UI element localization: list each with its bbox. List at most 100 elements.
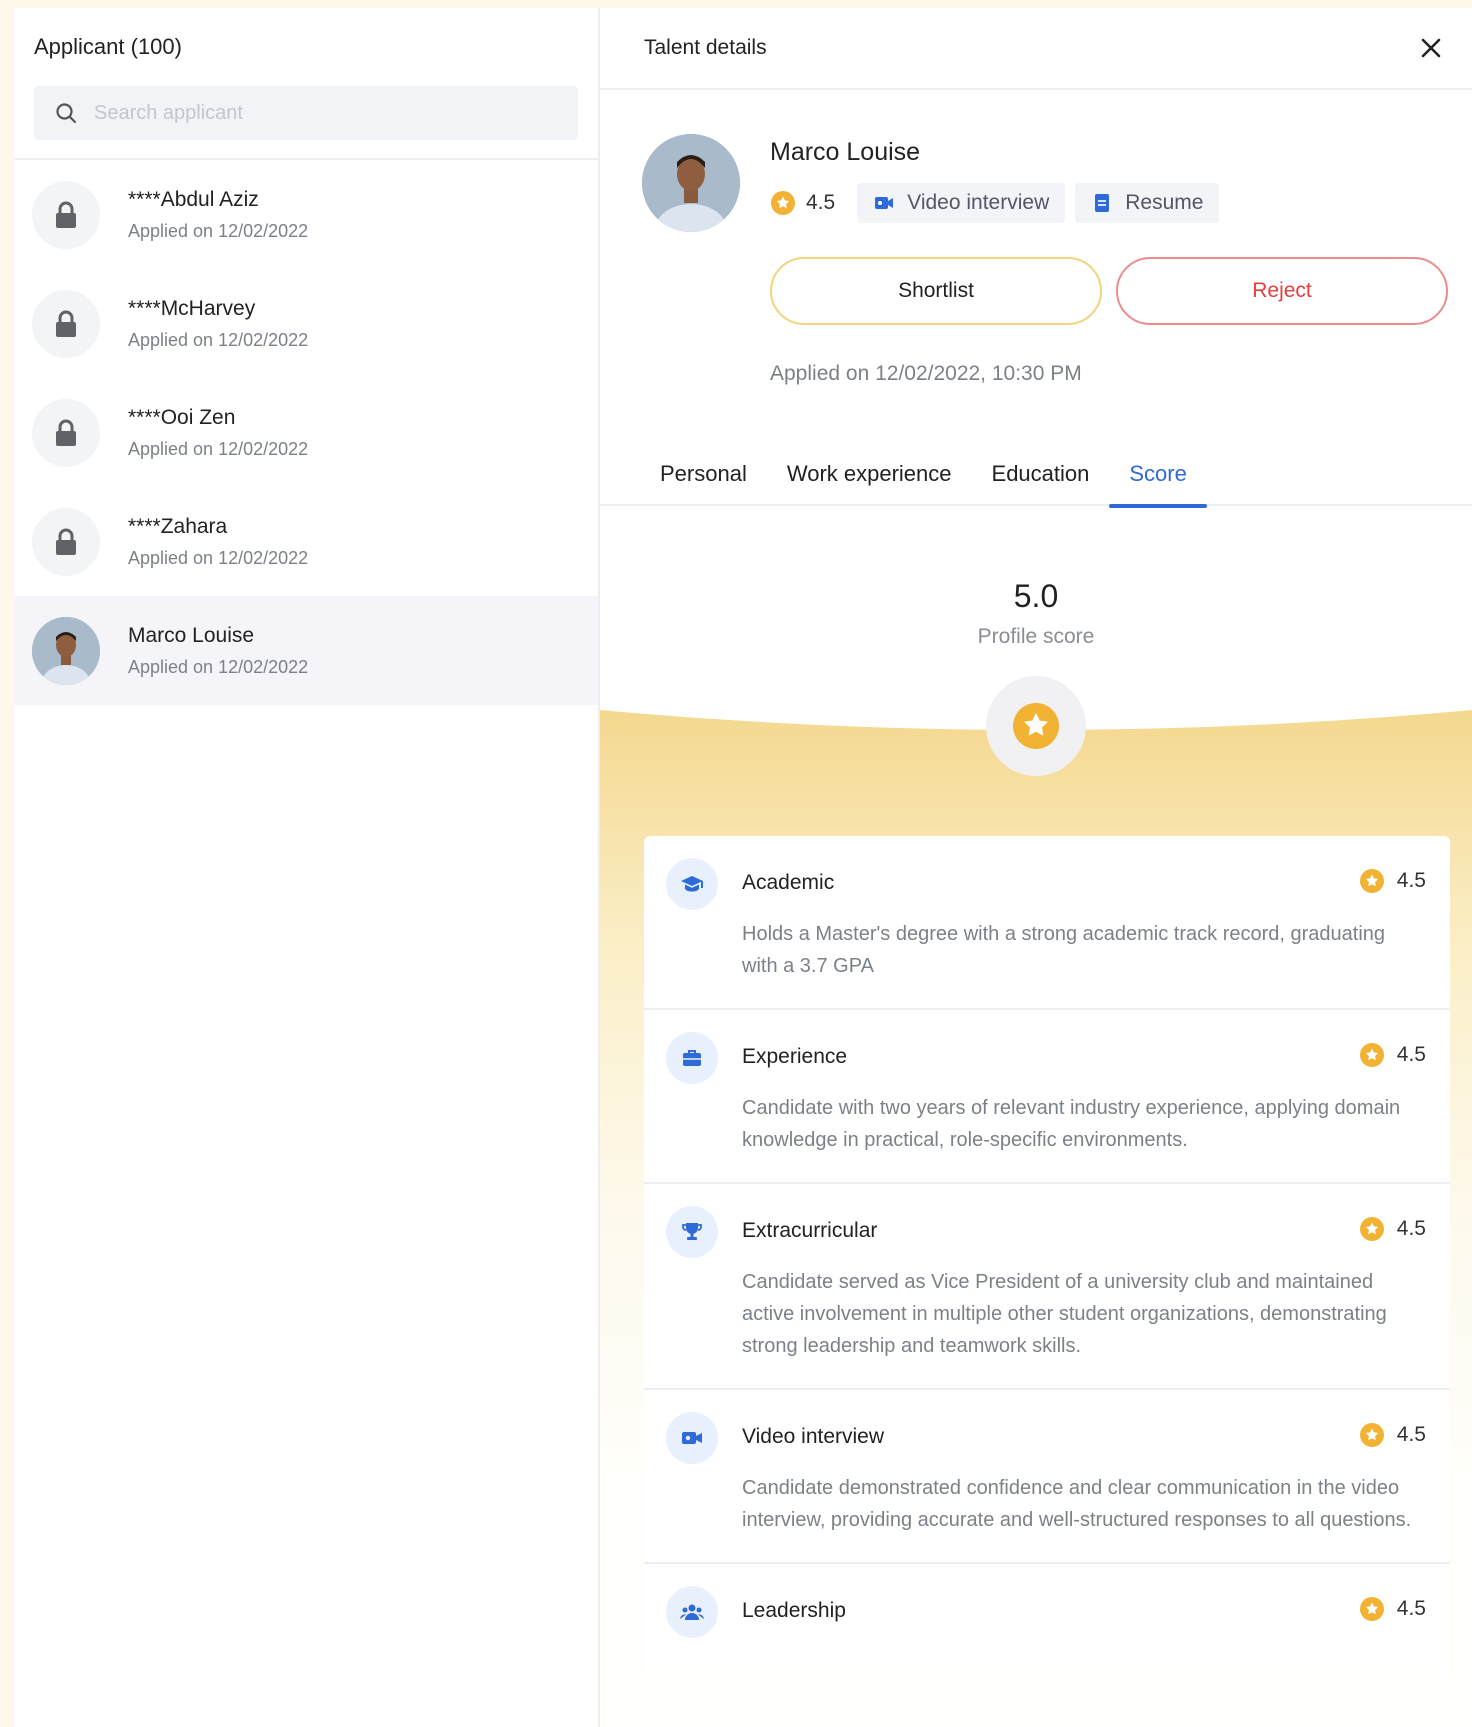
card-title: Extracurricular: [742, 1219, 878, 1242]
talent-rating-value: 4.5: [806, 191, 836, 214]
card-icon-wrap: [666, 1032, 718, 1084]
video-icon: [875, 197, 894, 209]
card-title: Video interview: [742, 1425, 885, 1448]
search-icon: [56, 103, 77, 124]
card-icon-wrap: [666, 1586, 718, 1638]
lock-icon: [56, 528, 76, 555]
graduation-cap-icon: [681, 876, 703, 892]
person-photo-icon: [32, 616, 100, 685]
score-section: 5.0 Profile score Academic 4.5 Holds a M…: [600, 510, 1472, 1727]
person-photo-icon: [642, 134, 740, 232]
profile-section: Marco Louise 4.5 Video interview Resume …: [600, 90, 1472, 510]
search-input[interactable]: [94, 101, 534, 125]
card-score-value: 4.5: [1396, 1423, 1426, 1446]
detail-tabs: Personal Work experience Education Score: [600, 442, 1472, 508]
card-score: 4.5: [1359, 1596, 1426, 1622]
talent-name: Marco Louise: [770, 138, 921, 166]
lock-icon: [56, 310, 76, 337]
applicant-item-selected[interactable]: Marco Louise Applied on 12/02/2022: [14, 596, 598, 705]
close-icon: [1421, 38, 1441, 58]
tab-personal[interactable]: Personal: [640, 442, 767, 506]
card-title: Leadership: [742, 1599, 846, 1622]
star-icon: [1359, 869, 1384, 893]
score-card-leadership: Leadership 4.5: [644, 1562, 1450, 1672]
resume-label: Resume: [1125, 191, 1204, 214]
lock-icon: [56, 419, 76, 446]
star-icon: [1013, 703, 1059, 749]
card-score-value: 4.5: [1396, 1597, 1426, 1620]
card-score: 4.5: [1359, 868, 1426, 894]
document-icon: [1095, 194, 1110, 212]
applicant-item[interactable]: ****McHarvey Applied on 12/02/2022: [14, 269, 598, 378]
video-interview-chip[interactable]: Video interview: [857, 183, 1066, 223]
shortlist-button[interactable]: Shortlist: [770, 257, 1102, 325]
briefcase-icon: [683, 1050, 701, 1066]
locked-avatar: [32, 507, 100, 576]
card-icon-wrap: [666, 1206, 718, 1258]
star-icon: [1359, 1217, 1384, 1241]
card-title: Academic: [742, 871, 835, 894]
card-description: Candidate demonstrated confidence and cl…: [742, 1477, 1412, 1531]
card-score: 4.5: [1359, 1216, 1426, 1242]
score-card-academic: Academic 4.5 Holds a Master's degree wit…: [644, 836, 1450, 1008]
applicant-name: ****Abdul Aziz: [128, 188, 259, 211]
applicant-item[interactable]: ****Abdul Aziz Applied on 12/02/2022: [14, 160, 598, 269]
locked-avatar: [32, 180, 100, 249]
card-icon-wrap: [666, 1412, 718, 1464]
score-cards: Academic 4.5 Holds a Master's degree wit…: [644, 836, 1450, 1672]
card-score-value: 4.5: [1396, 1043, 1426, 1066]
card-score: 4.5: [1359, 1422, 1426, 1448]
card-icon-wrap: [666, 858, 718, 910]
lock-icon: [56, 201, 76, 228]
applicant-applied-date: Applied on 12/02/2022: [128, 221, 309, 241]
people-icon: [680, 1604, 704, 1620]
card-description: Candidate served as Vice President of a …: [742, 1271, 1387, 1357]
resume-chip[interactable]: Resume: [1075, 183, 1220, 223]
profile-score-value: 5.0: [1013, 578, 1059, 614]
card-description: Candidate with two years of relevant ind…: [742, 1097, 1401, 1151]
score-card-extracurricular: Extracurricular 4.5 Candidate served as …: [644, 1182, 1450, 1388]
avatar: [32, 616, 100, 685]
locked-avatar: [32, 398, 100, 467]
applicant-panel: Applicant (100) ****Abdul Aziz Applied o…: [14, 8, 600, 1727]
profile-photo: [642, 134, 740, 232]
applicant-applied-date: Applied on 12/02/2022: [128, 330, 309, 350]
applicant-item[interactable]: ****Ooi Zen Applied on 12/02/2022: [14, 378, 598, 487]
applicant-name: Marco Louise: [128, 624, 255, 647]
star-icon: [771, 191, 795, 215]
talent-rating: 4.5: [770, 190, 847, 216]
locked-avatar: [32, 289, 100, 358]
app-window: Applicant (100) ****Abdul Aziz Applied o…: [14, 8, 1472, 1727]
close-button[interactable]: [1414, 31, 1448, 65]
score-card-video-interview: Video interview 4.5 Candidate demonstrat…: [644, 1388, 1450, 1562]
card-score: 4.5: [1359, 1042, 1426, 1068]
search-box[interactable]: [34, 86, 578, 140]
reject-button[interactable]: Reject: [1116, 257, 1448, 325]
star-icon: [1359, 1423, 1384, 1447]
star-icon: [1359, 1597, 1384, 1621]
score-badge: [986, 676, 1086, 776]
applicant-item[interactable]: ****Zahara Applied on 12/02/2022: [14, 487, 598, 596]
talent-details-header: Talent details: [600, 8, 1472, 90]
talent-details-title: Talent details: [644, 36, 767, 59]
card-score-value: 4.5: [1396, 869, 1426, 892]
video-icon: [682, 1432, 702, 1444]
tab-work-experience[interactable]: Work experience: [767, 442, 972, 506]
applicant-applied-date: Applied on 12/02/2022: [128, 657, 309, 677]
video-interview-label: Video interview: [907, 191, 1050, 214]
card-description: Holds a Master's degree with a strong ac…: [742, 923, 1386, 977]
applicant-panel-header: Applicant (100): [14, 8, 598, 160]
tab-score[interactable]: Score: [1109, 442, 1208, 508]
applicant-panel-title: Applicant (100): [34, 34, 182, 59]
profile-score-label: Profile score: [977, 625, 1095, 648]
applicant-name: ****McHarvey: [128, 297, 256, 320]
applied-datetime: Applied on 12/02/2022, 10:30 PM: [770, 362, 1082, 385]
tab-education[interactable]: Education: [972, 442, 1110, 506]
card-title: Experience: [742, 1045, 848, 1068]
applicant-name: ****Zahara: [128, 515, 228, 538]
score-card-experience: Experience 4.5 Candidate with two years …: [644, 1008, 1450, 1182]
applicant-name: ****Ooi Zen: [128, 406, 236, 429]
trophy-icon: [682, 1223, 702, 1240]
talent-meta-row: 4.5 Video interview Resume: [770, 183, 1220, 223]
card-score-value: 4.5: [1396, 1217, 1426, 1240]
